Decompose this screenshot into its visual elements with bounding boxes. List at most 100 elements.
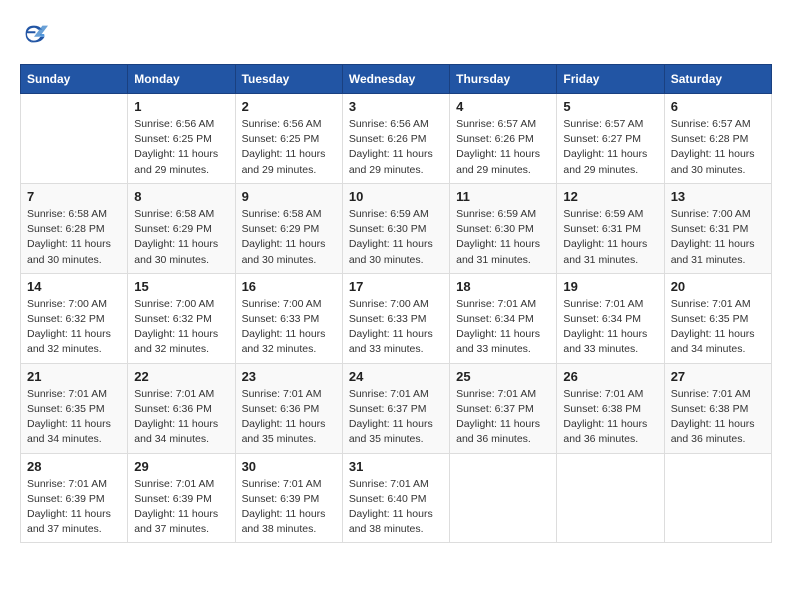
week-row-2: 14 Sunrise: 7:00 AM Sunset: 6:32 PM Dayli… xyxy=(21,273,772,363)
day-number: 16 xyxy=(242,279,336,294)
day-number: 22 xyxy=(134,369,228,384)
page-header xyxy=(20,20,772,48)
day-number: 20 xyxy=(671,279,765,294)
calendar-cell: 30Sunrise: 7:01 AM Sunset: 6:39 PM Dayli… xyxy=(235,453,342,543)
day-number: 31 xyxy=(349,459,443,474)
header-tuesday: Tuesday xyxy=(235,65,342,94)
day-number: 4 xyxy=(456,99,550,114)
calendar-cell: 15Sunrise: 7:00 AM Sunset: 6:32 PM Dayli… xyxy=(128,273,235,363)
calendar-cell xyxy=(557,453,664,543)
calendar-cell: 6 Sunrise: 6:57 AM Sunset: 6:28 PM Daylig… xyxy=(664,94,771,184)
calendar-cell: 8 Sunrise: 6:58 AM Sunset: 6:29 PM Daylig… xyxy=(128,183,235,273)
day-number: 27 xyxy=(671,369,765,384)
header-thursday: Thursday xyxy=(450,65,557,94)
header-monday: Monday xyxy=(128,65,235,94)
day-info: Sunrise: 6:57 AM Sunset: 6:28 PM Dayligh… xyxy=(671,117,765,178)
day-info: Sunrise: 7:01 AM Sunset: 6:37 PM Dayligh… xyxy=(349,387,443,448)
day-number: 24 xyxy=(349,369,443,384)
calendar-cell: 29 Sunrise: 7:01 AM Sunset: 6:39 PM Dayli… xyxy=(128,453,235,543)
calendar-cell: 10 Sunrise: 6:59 AM Sunset: 6:30 PM Dayli… xyxy=(342,183,449,273)
day-info: Sunrise: 6:56 AM Sunset: 6:25 PM Dayligh… xyxy=(134,117,228,178)
calendar-cell: 3Sunrise: 6:56 AM Sunset: 6:26 PM Daylig… xyxy=(342,94,449,184)
day-number: 12 xyxy=(563,189,657,204)
day-info: Sunrise: 7:01 AM Sunset: 6:38 PM Dayligh… xyxy=(671,387,765,448)
day-number: 6 xyxy=(671,99,765,114)
day-info: Sunrise: 7:01 AM Sunset: 6:35 PM Dayligh… xyxy=(27,387,121,448)
day-info: Sunrise: 7:01 AM Sunset: 6:36 PM Dayligh… xyxy=(242,387,336,448)
calendar-cell: 17 Sunrise: 7:00 AM Sunset: 6:33 PM Dayli… xyxy=(342,273,449,363)
calendar-cell: 31Sunrise: 7:01 AM Sunset: 6:40 PM Dayli… xyxy=(342,453,449,543)
calendar-cell: 21 Sunrise: 7:01 AM Sunset: 6:35 PM Dayli… xyxy=(21,363,128,453)
calendar-cell xyxy=(664,453,771,543)
day-info: Sunrise: 6:56 AM Sunset: 6:25 PM Dayligh… xyxy=(242,117,336,178)
day-info: Sunrise: 6:59 AM Sunset: 6:30 PM Dayligh… xyxy=(456,207,550,268)
week-row-1: 7 Sunrise: 6:58 AM Sunset: 6:28 PM Daylig… xyxy=(21,183,772,273)
calendar-cell: 23 Sunrise: 7:01 AM Sunset: 6:36 PM Dayli… xyxy=(235,363,342,453)
calendar-cell: 13 Sunrise: 7:00 AM Sunset: 6:31 PM Dayli… xyxy=(664,183,771,273)
header-wednesday: Wednesday xyxy=(342,65,449,94)
calendar-cell: 26 Sunrise: 7:01 AM Sunset: 6:38 PM Dayli… xyxy=(557,363,664,453)
day-info: Sunrise: 6:57 AM Sunset: 6:26 PM Dayligh… xyxy=(456,117,550,178)
day-info: Sunrise: 7:00 AM Sunset: 6:33 PM Dayligh… xyxy=(349,297,443,358)
day-info: Sunrise: 7:00 AM Sunset: 6:32 PM Dayligh… xyxy=(27,297,121,358)
day-info: Sunrise: 7:01 AM Sunset: 6:37 PM Dayligh… xyxy=(456,387,550,448)
calendar-cell: 7 Sunrise: 6:58 AM Sunset: 6:28 PM Daylig… xyxy=(21,183,128,273)
day-number: 8 xyxy=(134,189,228,204)
day-number: 29 xyxy=(134,459,228,474)
day-info: Sunrise: 7:01 AM Sunset: 6:39 PM Dayligh… xyxy=(134,477,228,538)
day-number: 21 xyxy=(27,369,121,384)
calendar-cell: 25 Sunrise: 7:01 AM Sunset: 6:37 PM Dayli… xyxy=(450,363,557,453)
calendar-header: SundayMondayTuesdayWednesdayThursdayFrid… xyxy=(21,65,772,94)
calendar-cell: 18 Sunrise: 7:01 AM Sunset: 6:34 PM Dayli… xyxy=(450,273,557,363)
day-number: 9 xyxy=(242,189,336,204)
day-number: 18 xyxy=(456,279,550,294)
week-row-4: 28 Sunrise: 7:01 AM Sunset: 6:39 PM Dayli… xyxy=(21,453,772,543)
day-info: Sunrise: 7:00 AM Sunset: 6:31 PM Dayligh… xyxy=(671,207,765,268)
day-info: Sunrise: 7:01 AM Sunset: 6:34 PM Dayligh… xyxy=(563,297,657,358)
logo xyxy=(20,20,52,48)
day-info: Sunrise: 6:57 AM Sunset: 6:27 PM Dayligh… xyxy=(563,117,657,178)
calendar-cell: 11 Sunrise: 6:59 AM Sunset: 6:30 PM Dayli… xyxy=(450,183,557,273)
day-info: Sunrise: 7:01 AM Sunset: 6:38 PM Dayligh… xyxy=(563,387,657,448)
day-info: Sunrise: 6:59 AM Sunset: 6:30 PM Dayligh… xyxy=(349,207,443,268)
day-info: Sunrise: 7:00 AM Sunset: 6:32 PM Dayligh… xyxy=(134,297,228,358)
day-number: 14 xyxy=(27,279,121,294)
day-number: 5 xyxy=(563,99,657,114)
day-info: Sunrise: 6:59 AM Sunset: 6:31 PM Dayligh… xyxy=(563,207,657,268)
calendar-cell: 14 Sunrise: 7:00 AM Sunset: 6:32 PM Dayli… xyxy=(21,273,128,363)
calendar-cell: 4 Sunrise: 6:57 AM Sunset: 6:26 PM Daylig… xyxy=(450,94,557,184)
calendar-cell: 2 Sunrise: 6:56 AM Sunset: 6:25 PM Daylig… xyxy=(235,94,342,184)
calendar-cell: 12 Sunrise: 6:59 AM Sunset: 6:31 PM Dayli… xyxy=(557,183,664,273)
day-number: 1 xyxy=(134,99,228,114)
week-row-3: 21 Sunrise: 7:01 AM Sunset: 6:35 PM Dayli… xyxy=(21,363,772,453)
logo-icon xyxy=(20,20,48,48)
calendar-cell: 24 Sunrise: 7:01 AM Sunset: 6:37 PM Dayli… xyxy=(342,363,449,453)
day-info: Sunrise: 7:01 AM Sunset: 6:39 PM Dayligh… xyxy=(27,477,121,538)
day-info: Sunrise: 6:58 AM Sunset: 6:28 PM Dayligh… xyxy=(27,207,121,268)
day-number: 19 xyxy=(563,279,657,294)
calendar-cell: 27 Sunrise: 7:01 AM Sunset: 6:38 PM Dayli… xyxy=(664,363,771,453)
day-number: 13 xyxy=(671,189,765,204)
day-info: Sunrise: 7:01 AM Sunset: 6:36 PM Dayligh… xyxy=(134,387,228,448)
day-info: Sunrise: 6:56 AM Sunset: 6:26 PM Dayligh… xyxy=(349,117,443,178)
day-number: 23 xyxy=(242,369,336,384)
day-number: 7 xyxy=(27,189,121,204)
header-saturday: Saturday xyxy=(664,65,771,94)
day-number: 11 xyxy=(456,189,550,204)
header-friday: Friday xyxy=(557,65,664,94)
day-info: Sunrise: 6:58 AM Sunset: 6:29 PM Dayligh… xyxy=(242,207,336,268)
day-info: Sunrise: 7:01 AM Sunset: 6:35 PM Dayligh… xyxy=(671,297,765,358)
calendar-cell xyxy=(21,94,128,184)
day-number: 28 xyxy=(27,459,121,474)
calendar-table: SundayMondayTuesdayWednesdayThursdayFrid… xyxy=(20,64,772,543)
day-number: 26 xyxy=(563,369,657,384)
day-info: Sunrise: 7:01 AM Sunset: 6:34 PM Dayligh… xyxy=(456,297,550,358)
day-number: 2 xyxy=(242,99,336,114)
calendar-cell: 20 Sunrise: 7:01 AM Sunset: 6:35 PM Dayli… xyxy=(664,273,771,363)
day-info: Sunrise: 6:58 AM Sunset: 6:29 PM Dayligh… xyxy=(134,207,228,268)
day-number: 10 xyxy=(349,189,443,204)
week-row-0: 1 Sunrise: 6:56 AM Sunset: 6:25 PM Daylig… xyxy=(21,94,772,184)
calendar-cell: 9 Sunrise: 6:58 AM Sunset: 6:29 PM Daylig… xyxy=(235,183,342,273)
day-number: 17 xyxy=(349,279,443,294)
day-number: 25 xyxy=(456,369,550,384)
